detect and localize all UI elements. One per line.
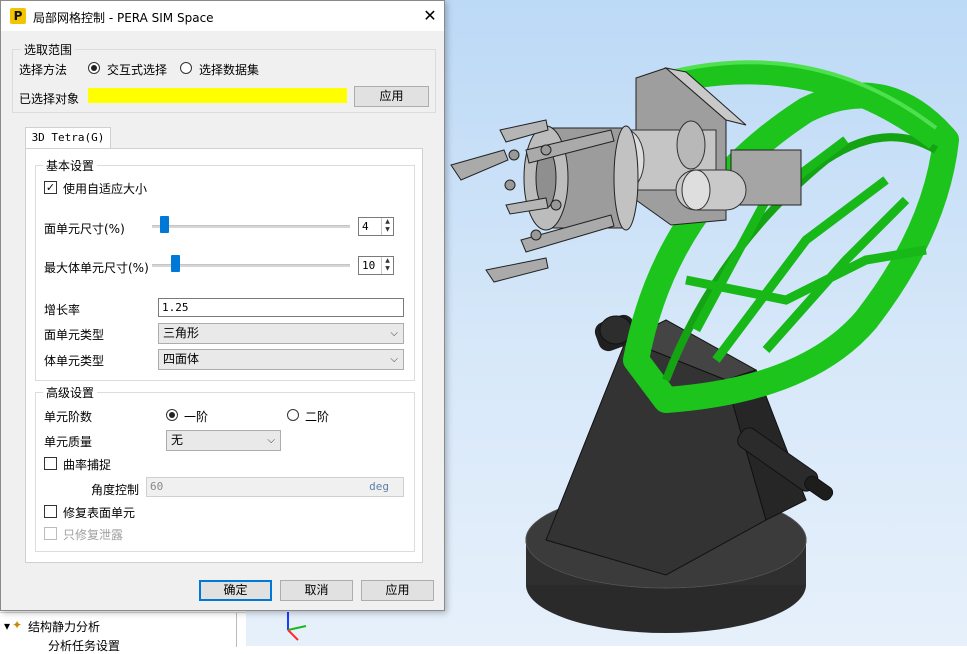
spin-arrows-icon[interactable]: ▲ ▼	[381, 257, 393, 274]
radio-first-order-label[interactable]: 一阶	[184, 408, 208, 425]
curvature-capture-checkbox[interactable]	[44, 457, 57, 470]
radio-interactive-label[interactable]: 交互式选择	[107, 61, 167, 78]
close-button[interactable]: ✕	[419, 5, 441, 27]
adaptive-size-label[interactable]: 使用自适应大小	[63, 180, 147, 197]
selection-group-title: 选取范围	[21, 41, 76, 58]
face-type-label: 面单元类型	[44, 328, 105, 342]
radio-second-order[interactable]	[287, 409, 299, 421]
repair-surface-checkbox[interactable]	[44, 505, 57, 518]
max-size-spinbox[interactable]: 10 ▲ ▼	[358, 256, 394, 275]
cancel-button[interactable]: 取消	[280, 580, 353, 601]
max-size-slider-thumb[interactable]	[171, 255, 180, 272]
model-tree-panel: ▾ ✦ 结构静力分析 分析任务设置	[0, 612, 246, 653]
adaptive-size-checkbox[interactable]: ✓	[44, 181, 57, 194]
tree-item-analysis[interactable]: 结构静力分析	[28, 618, 100, 635]
selected-objects-label: 已选择对象	[19, 92, 80, 106]
expand-icon[interactable]: ▾	[4, 619, 10, 633]
local-mesh-control-dialog: P 局部网格控制 - PERA SIM Space ✕ 选取范围 选择方法 交互…	[0, 0, 445, 611]
max-size-value: 10	[362, 259, 376, 272]
element-quality-value: 无	[171, 433, 184, 447]
radio-dataset-label[interactable]: 选择数据集	[199, 61, 259, 78]
spin-arrows-icon[interactable]: ▲ ▼	[381, 218, 393, 235]
max-size-label: 最大体单元尺寸(%)	[44, 261, 149, 275]
body-type-select[interactable]: 四面体 ⌵	[158, 349, 404, 370]
title-bar[interactable]: P 局部网格控制 - PERA SIM Space ✕	[1, 1, 444, 31]
radio-second-order-label[interactable]: 二阶	[305, 408, 329, 425]
window-title: 局部网格控制 - PERA SIM Space	[33, 11, 214, 25]
face-size-spinbox[interactable]: 4 ▲ ▼	[358, 217, 394, 236]
max-size-slider-track[interactable]	[152, 264, 350, 267]
angle-control-value: 60	[150, 480, 164, 493]
chevron-down-icon: ⌵	[267, 435, 275, 446]
element-quality-select[interactable]: 无 ⌵	[166, 430, 281, 451]
apply-button[interactable]: 应用	[361, 580, 434, 601]
element-quality-label: 单元质量	[44, 435, 93, 449]
tab-panel: 基本设置 ✓ 使用自适应大小 面单元尺寸(%) 4 ▲ ▼ 最大体单元尺寸(%) …	[25, 148, 423, 563]
angle-control-input: 60 deg	[146, 477, 404, 497]
ok-button[interactable]: 确定	[199, 580, 272, 601]
chevron-down-icon: ⌵	[390, 354, 398, 365]
radio-first-order[interactable]	[166, 409, 178, 421]
curvature-capture-label[interactable]: 曲率捕捉	[63, 456, 111, 473]
select-method-label: 选择方法	[19, 63, 68, 77]
face-size-label: 面单元尺寸(%)	[44, 222, 125, 236]
element-order-label: 单元阶数	[44, 410, 93, 424]
tab-3d-tetra[interactable]: 3D Tetra(G)	[25, 127, 111, 149]
repair-leak-checkbox	[44, 527, 57, 540]
selection-apply-button[interactable]: 应用	[354, 86, 429, 107]
face-size-slider-track[interactable]	[152, 225, 350, 228]
face-size-slider-thumb[interactable]	[159, 216, 169, 233]
advanced-settings-title: 高级设置	[43, 384, 98, 401]
growth-rate-input[interactable]: 1.25	[158, 298, 404, 317]
angle-control-label: 角度控制	[91, 483, 140, 497]
repair-surface-label[interactable]: 修复表面单元	[63, 504, 135, 521]
basic-settings-title: 基本设置	[43, 157, 98, 174]
radio-interactive[interactable]	[88, 62, 100, 74]
axis-triad-icon	[287, 612, 307, 641]
face-type-value: 三角形	[163, 326, 200, 340]
face-size-value: 4	[362, 220, 369, 233]
growth-rate-label: 增长率	[44, 303, 81, 317]
chevron-down-icon: ⌵	[390, 328, 398, 339]
selected-objects-field[interactable]	[88, 88, 347, 103]
pera-logo-icon: P	[10, 8, 26, 24]
body-type-value: 四面体	[163, 352, 200, 366]
body-type-label: 体单元类型	[44, 354, 105, 368]
repair-leak-label: 只修复泄露	[63, 528, 124, 542]
face-type-select[interactable]: 三角形 ⌵	[158, 323, 404, 344]
analysis-icon: ✦	[12, 618, 23, 632]
radio-dataset[interactable]	[180, 62, 192, 74]
angle-unit: deg	[369, 480, 389, 493]
